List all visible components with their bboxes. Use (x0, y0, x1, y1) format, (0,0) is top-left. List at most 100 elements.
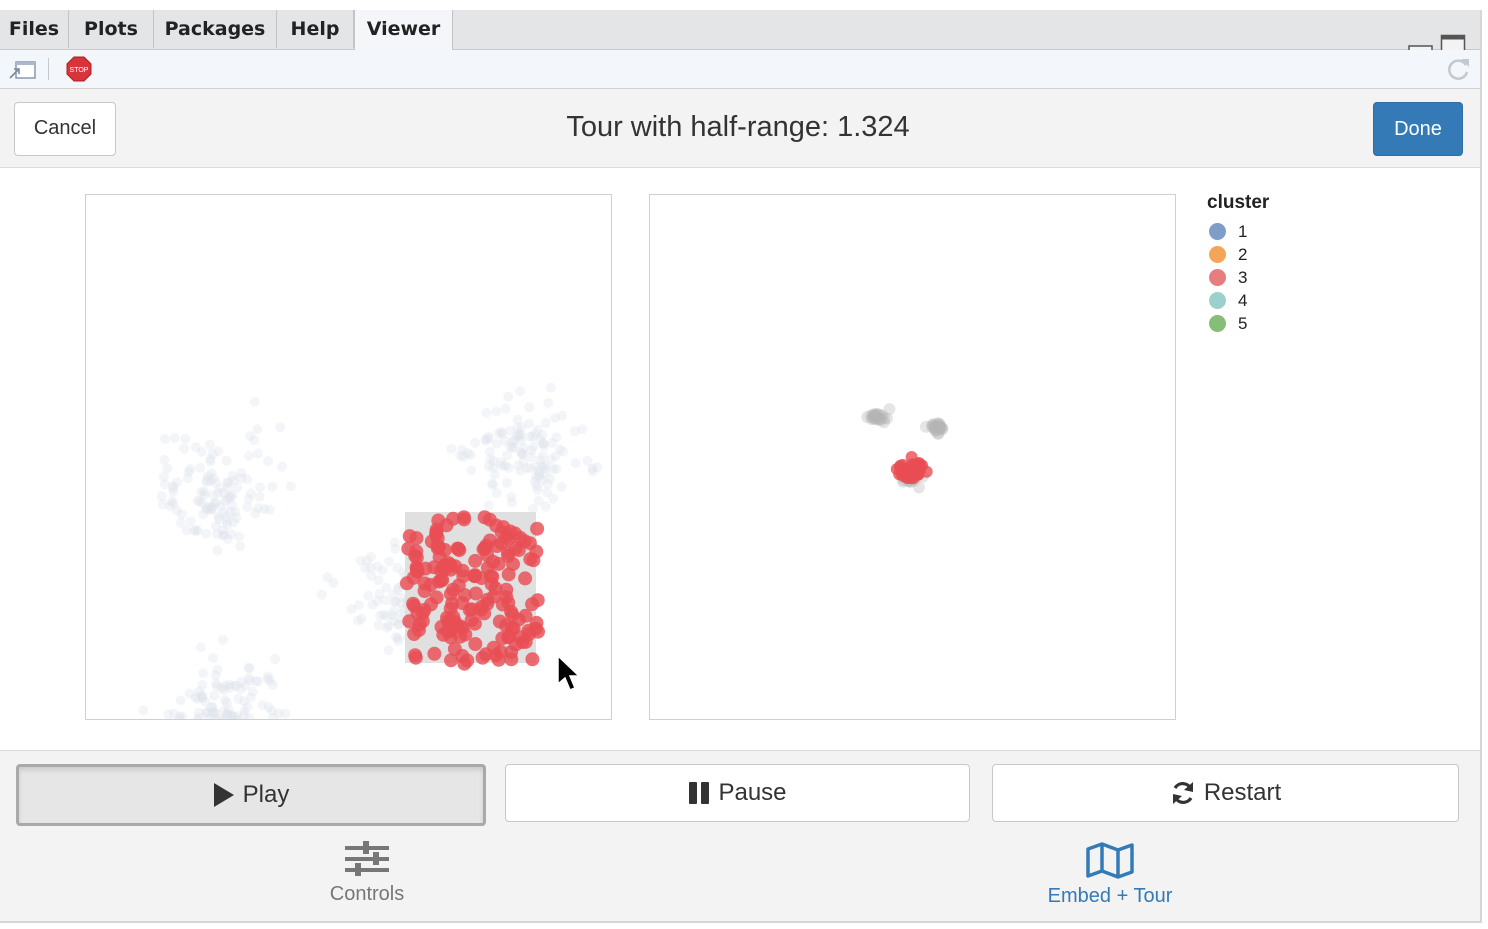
tour-controls-bar: Play Pause Restart (0, 750, 1480, 834)
faded-point (236, 676, 247, 687)
tab-help[interactable]: Help (277, 10, 354, 48)
pause-icon (689, 782, 710, 804)
faded-point (546, 454, 557, 465)
selected-point (402, 614, 417, 629)
faded-point (539, 468, 550, 479)
faded-point (245, 692, 256, 703)
faded-point (275, 422, 286, 433)
selected-point (486, 554, 501, 569)
selected-point (530, 521, 545, 536)
show-in-new-window-icon[interactable] (8, 58, 38, 82)
faded-point (198, 668, 209, 679)
faded-point (190, 442, 201, 453)
legend-item: 5 (1207, 312, 1269, 335)
done-button[interactable]: Done (1373, 102, 1463, 156)
selected-point (460, 653, 475, 668)
faded-point (263, 671, 274, 682)
faded-point (255, 482, 266, 493)
faded-point (169, 432, 180, 443)
faded-point (242, 474, 253, 485)
faded-point (231, 512, 242, 523)
embedding-plot-canvas[interactable] (86, 195, 611, 719)
faded-point (550, 413, 560, 423)
selected-point (409, 531, 424, 546)
selected-point (511, 612, 526, 627)
play-button[interactable]: Play (16, 764, 486, 826)
faded-point (208, 653, 218, 663)
bottom-navigation: Controls Embed + Tour (0, 833, 1480, 921)
faded-point (446, 443, 457, 454)
faded-point (185, 516, 196, 527)
faded-point (353, 600, 364, 611)
faded-point (496, 426, 507, 437)
faded-point (525, 463, 536, 474)
faded-point (373, 575, 384, 586)
nav-controls[interactable]: Controls (317, 841, 417, 906)
faded-point (316, 589, 327, 600)
restart-button[interactable]: Restart (992, 764, 1459, 822)
legend-swatch (1209, 269, 1226, 286)
tour-plot-canvas (861, 403, 949, 494)
faded-point (169, 708, 179, 719)
selected-point (525, 652, 540, 667)
sliders-icon (345, 841, 389, 876)
faded-point (515, 466, 526, 476)
faded-point (570, 458, 581, 469)
tab-files[interactable]: Files (0, 10, 69, 48)
tour-point (907, 461, 920, 474)
selected-point (408, 650, 423, 665)
faded-point (577, 424, 588, 435)
legend-label: 3 (1238, 267, 1248, 287)
map-icon (1086, 842, 1134, 879)
faded-point (322, 572, 333, 583)
faded-point (483, 461, 494, 472)
faded-point (524, 431, 535, 442)
pause-button[interactable]: Pause (505, 764, 970, 822)
tab-viewer[interactable]: Viewer (354, 10, 453, 50)
faded-point (190, 692, 201, 703)
faded-point (377, 565, 388, 576)
faded-point (499, 435, 510, 446)
pane-tab-strip: Files Plots Packages Help Viewer (0, 10, 1480, 56)
tab-packages[interactable]: Packages (154, 10, 277, 48)
tab-plots[interactable]: Plots (69, 10, 154, 48)
selected-point (452, 543, 467, 558)
faded-point (183, 466, 194, 477)
faded-point (193, 707, 204, 718)
faded-point (491, 488, 502, 499)
legend-swatch (1209, 315, 1226, 332)
faded-point (383, 645, 394, 656)
faded-point (235, 541, 246, 552)
toolbar-divider (48, 58, 49, 80)
selected-point (503, 524, 518, 539)
faded-point (179, 443, 190, 454)
selected-point (408, 548, 423, 563)
selected-point (501, 567, 516, 582)
faded-point (286, 481, 296, 492)
faded-point (381, 582, 392, 593)
faded-point (363, 590, 374, 601)
embedding-plot[interactable] (85, 194, 612, 720)
faded-point (201, 528, 212, 539)
faded-point (253, 448, 263, 459)
faded-point (501, 477, 512, 488)
faded-point (168, 482, 179, 493)
faded-point (215, 501, 226, 512)
faded-point (158, 471, 169, 482)
legend-item: 1 (1207, 220, 1269, 243)
faded-point (551, 463, 562, 474)
legend-swatch (1209, 223, 1226, 240)
tour-faded-point (861, 411, 874, 423)
stop-sign-icon[interactable]: STOP (66, 56, 92, 82)
faded-point (221, 511, 232, 522)
faded-point (189, 526, 200, 536)
faded-point (382, 622, 393, 633)
selected-point (468, 568, 482, 583)
faded-point (210, 670, 221, 681)
selected-point (530, 593, 545, 608)
faded-point (216, 683, 227, 694)
refresh-icon[interactable] (1444, 55, 1472, 83)
cancel-button[interactable]: Cancel (14, 102, 116, 156)
faded-point (485, 446, 495, 457)
nav-embed-tour[interactable]: Embed + Tour (1030, 841, 1190, 908)
